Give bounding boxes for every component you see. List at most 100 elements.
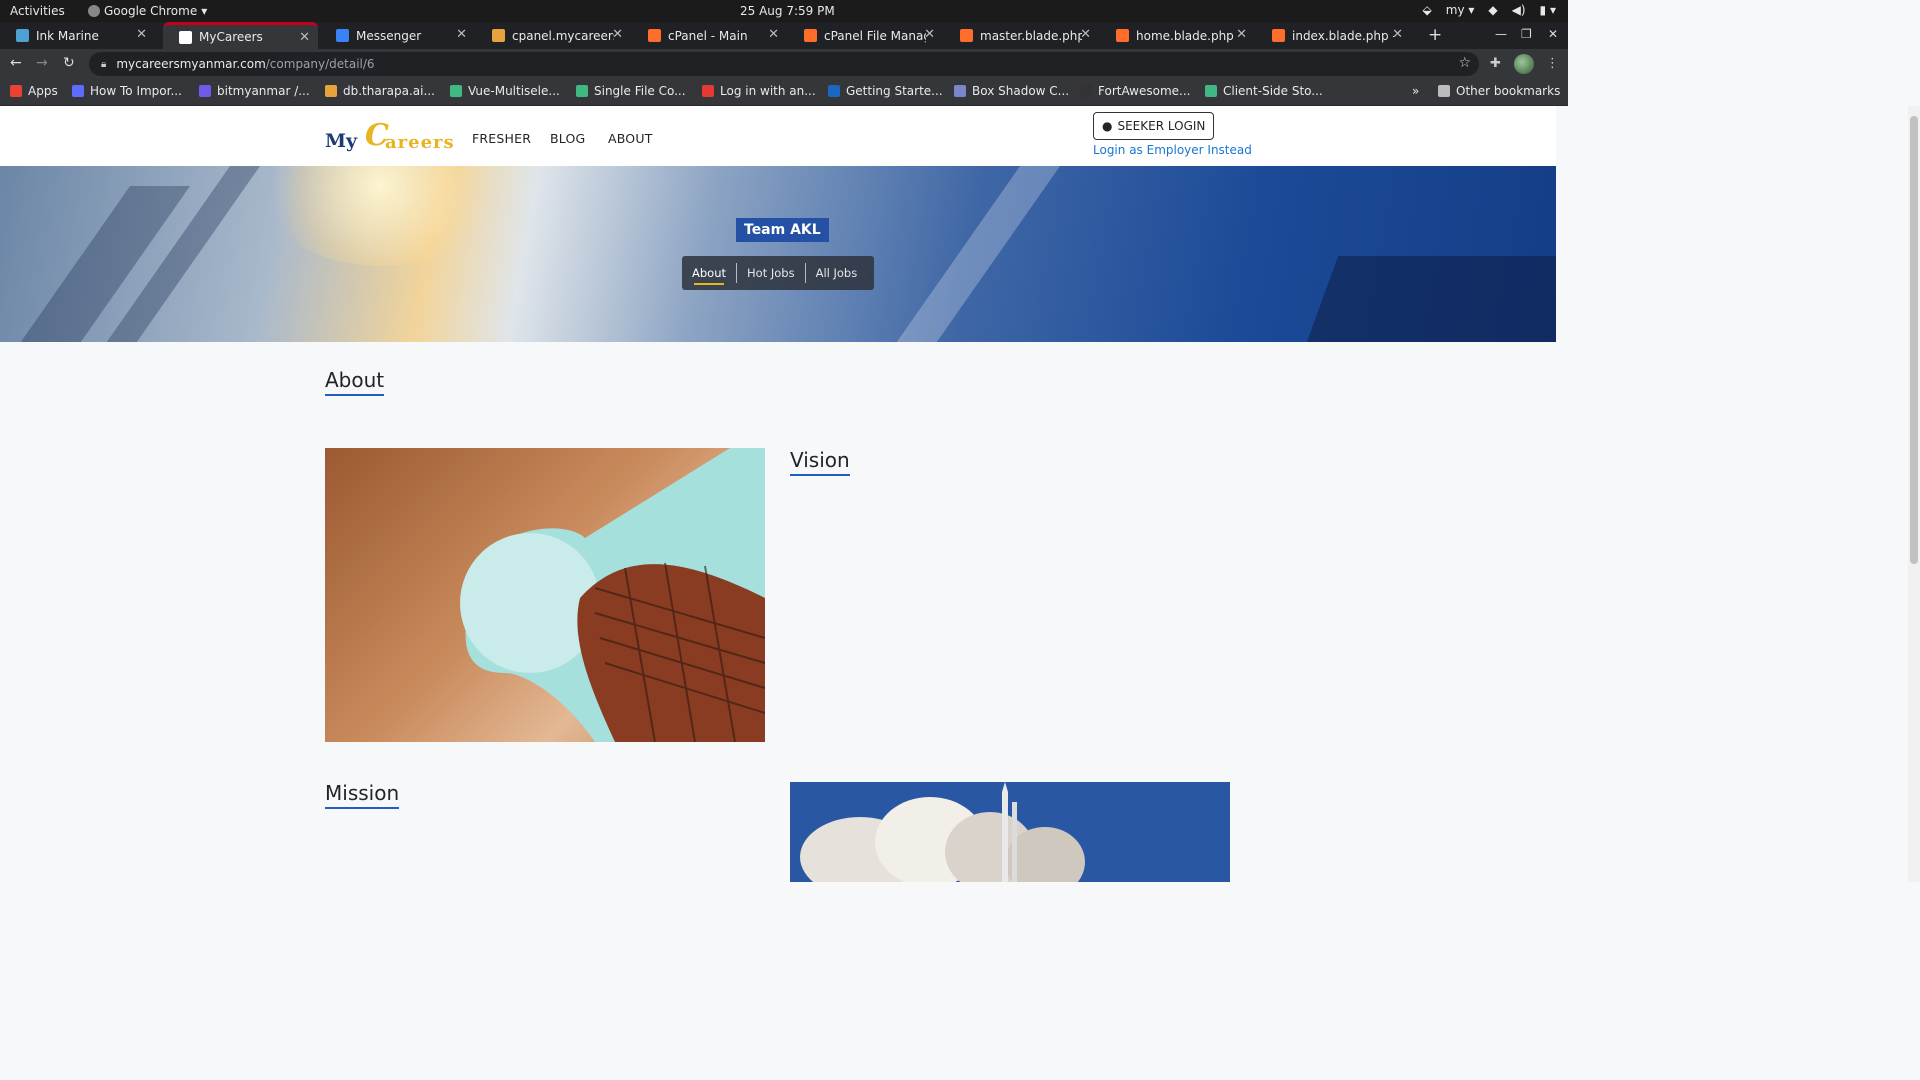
tab-all-jobs[interactable]: All Jobs [806,266,868,280]
reload-icon[interactable]: ↻ [63,55,75,71]
forward-icon[interactable]: → [36,55,48,71]
close-window-icon[interactable]: ✕ [1548,27,1558,41]
scrollbar-thumb[interactable] [1910,116,1918,564]
browser-tab[interactable]: cPanel - Main ✕ [632,22,787,49]
bookmark-item[interactable]: Client-Side Sto... [1205,84,1323,98]
dropbox-icon[interactable]: ⬙ [1423,3,1432,17]
nav-fresher[interactable]: FRESHER [472,131,531,146]
tab-hot-jobs[interactable]: Hot Jobs [737,266,805,280]
apps-grid-icon [10,85,22,97]
browser-tab-title: cPanel - Main [668,28,748,43]
seeker-login-button[interactable]: ● SEEKER LOGIN [1093,112,1215,140]
close-tab-icon[interactable]: ✕ [299,30,310,45]
bookmarks-bar: » Other bookmarks Apps How To Impor... bit… [0,79,1568,106]
clock[interactable]: 25 Aug 7:59 PM [740,4,835,18]
keyboard-layout-label: my [1445,3,1465,17]
wifi-icon[interactable]: ◆ [1488,3,1497,17]
close-tab-icon[interactable]: ✕ [1392,27,1403,42]
chevron-down-icon: ▾ [201,4,208,18]
activities-button[interactable]: Activities [10,4,65,18]
bookmark-label: Vue-Multisele... [468,84,560,98]
employer-login-link[interactable]: Login as Employer Instead [1093,143,1252,157]
bookmark-star-icon[interactable]: ☆ [1458,55,1471,71]
browser-tab[interactable]: MyCareers ✕ [163,22,318,49]
menu-kebab-icon[interactable]: ⋮ [1546,56,1559,71]
extensions-icon[interactable]: ✚ [1490,56,1501,71]
bookmark-item[interactable]: Vue-Multisele... [450,84,560,98]
bookmark-item[interactable]: bitmyanmar /... [199,84,310,98]
browser-tab[interactable]: cPanel File Manage✕ [788,22,943,49]
volume-icon[interactable]: ◀) [1512,3,1526,17]
bookmark-item[interactable]: Getting Starte... [828,84,943,98]
app-menu[interactable]: Google Chrome ▾ [88,4,207,18]
bookmark-item[interactable]: Single File Co... [576,84,686,98]
bookmarks-overflow-button[interactable]: » [1412,84,1419,98]
vue-icon [1205,85,1217,97]
browser-tab[interactable]: Ink Marine ✕ [0,22,155,49]
new-tab-button[interactable]: + [1428,25,1442,45]
browser-tab-title: Messenger [356,28,422,43]
building-facade-line [879,166,1061,342]
bookmark-label: Apps [28,84,58,98]
vision-heading: Vision [790,448,850,476]
bookmark-label: How To Impor... [90,84,182,98]
bookmark-favicon [199,85,211,97]
close-tab-icon[interactable]: ✕ [456,27,467,42]
address-bar[interactable]: 🔒︎ mycareersmyanmar.com/company/detail/6… [89,52,1479,76]
bookmark-favicon [954,85,966,97]
about-building-image [325,448,765,742]
close-tab-icon[interactable]: ✕ [924,27,935,42]
browser-tab-title: master.blade.php - c [980,28,1082,43]
company-name-badge: Team AKL [736,218,829,242]
minimize-icon[interactable]: — [1495,27,1507,41]
chrome-icon [88,5,100,17]
other-bookmarks-folder[interactable]: Other bookmarks [1438,84,1560,98]
keyboard-layout[interactable]: my ▾ [1446,3,1475,17]
browser-tab[interactable]: home.blade.php - c✕ [1100,22,1255,49]
user-icon: ● [1102,119,1113,133]
browser-tab-title: cpanel.mycareersm [512,28,614,43]
sunlight-glare [260,166,500,266]
restore-icon[interactable]: ❐ [1521,27,1532,41]
close-tab-icon[interactable]: ✕ [768,27,779,42]
page-scrollbar[interactable] [1908,106,1920,882]
close-tab-icon[interactable]: ✕ [1080,27,1091,42]
lock-icon[interactable]: 🔒︎ [101,59,106,70]
bookmark-favicon [72,85,84,97]
bookmark-item[interactable]: Log in with an... [702,84,816,98]
url-path: /company/detail/6 [265,57,375,71]
mission-rocket-image [790,782,1230,882]
logo-rest: areers [385,132,455,153]
mycareers-favicon [179,30,192,44]
bookmark-item[interactable]: How To Impor... [72,84,182,98]
bookmark-label: db.tharapa.ai... [343,84,435,98]
tab-about[interactable]: About [682,266,736,285]
battery-icon[interactable]: ▮ ▾ [1540,3,1556,17]
cpanel-icon [1116,29,1129,42]
tab-strip: + — ❐ ✕ Ink Marine ✕ MyCareers ✕ Messenger ✕ c… [0,22,1568,49]
nav-about[interactable]: ABOUT [608,131,653,146]
browser-tab[interactable]: Messenger ✕ [320,22,475,49]
building-facade-line [1301,256,1556,342]
bookmark-favicon [702,85,714,97]
browser-tab[interactable]: index.blade.php - c✕ [1256,22,1411,49]
close-tab-icon[interactable]: ✕ [136,27,147,42]
bookmark-item[interactable]: Box Shadow C... [954,84,1069,98]
bookmark-item[interactable]: db.tharapa.ai... [325,84,435,98]
system-tray[interactable]: ⬙ my ▾ ◆ ◀) ▮ ▾ [1423,3,1556,17]
close-tab-icon[interactable]: ✕ [1236,27,1247,42]
app-menu-label: Google Chrome [104,4,198,18]
bookmark-item[interactable]: FortAwesome... [1080,84,1190,98]
browser-tab-title: index.blade.php - c [1292,28,1394,43]
back-icon[interactable]: ← [10,55,22,71]
profile-avatar[interactable] [1514,54,1534,74]
browser-tab[interactable]: master.blade.php - c✕ [944,22,1099,49]
bookmark-label: FortAwesome... [1098,84,1191,98]
system-top-bar: Activities Google Chrome ▾ 25 Aug 7:59 P… [0,0,1568,22]
vuetify-icon [828,85,840,97]
close-tab-icon[interactable]: ✕ [612,27,623,42]
bookmark-item[interactable]: Apps [10,84,58,98]
browser-tab[interactable]: cpanel.mycareersm✕ [476,22,631,49]
nav-blog[interactable]: BLOG [550,131,585,146]
browser-toolbar: ← → ↻ 🔒︎ mycareersmyanmar.com/company/de… [0,49,1568,79]
